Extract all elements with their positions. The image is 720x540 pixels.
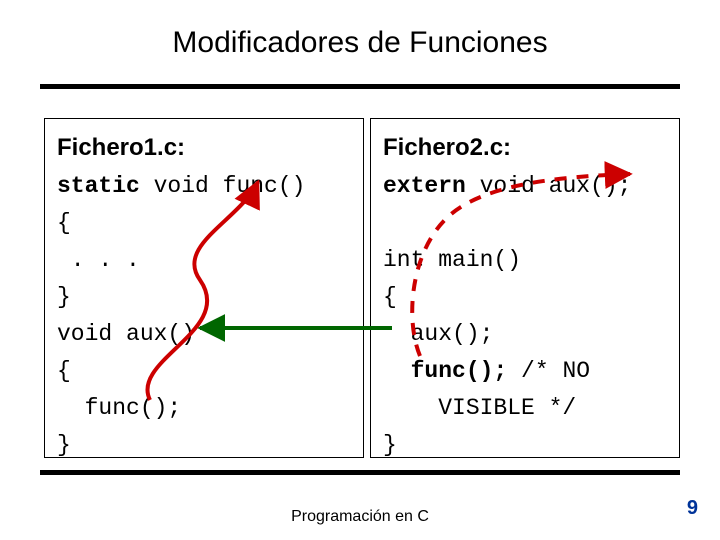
file1-l4: } (57, 284, 71, 310)
file1-header: Fichero1.c: (57, 134, 185, 161)
code-right: Fichero2.c: extern void aux(); int main(… (383, 129, 667, 464)
filebox-fichero2: Fichero2.c: extern void aux(); int main(… (370, 118, 680, 458)
file2-l1b: void aux(); (466, 173, 632, 199)
title: Modificadores de Funciones (0, 26, 720, 60)
file2-l6c: /* NO (507, 358, 590, 384)
file1-l8: } (57, 432, 71, 458)
code-left: Fichero1.c: static void func() { . . . }… (57, 129, 351, 464)
rule-top (40, 84, 680, 89)
file1-l7: func(); (57, 395, 181, 421)
file2-l6a (383, 358, 411, 384)
file2-header: Fichero2.c: (383, 134, 511, 161)
file2-l4: { (383, 284, 397, 310)
file2-l7: VISIBLE */ (383, 395, 576, 421)
page-number: 9 (687, 497, 698, 520)
footer: Programación en C (0, 508, 720, 526)
file2-l8: } (383, 432, 397, 458)
filebox-fichero1: Fichero1.c: static void func() { . . . }… (44, 118, 364, 458)
file1-l2: { (57, 210, 71, 236)
kw-static: static (57, 173, 140, 199)
file1-l3: . . . (57, 247, 140, 273)
file2-l3: int main() (383, 247, 521, 273)
file1-l5: void aux() (57, 321, 195, 347)
file1-l6: { (57, 358, 71, 384)
rule-bottom (40, 470, 680, 475)
file2-l6b: func(); (411, 358, 508, 384)
slide: Modificadores de Funciones Fichero1.c: s… (0, 0, 720, 540)
file2-l5: aux(); (383, 321, 493, 347)
file1-l1b: void func() (140, 173, 306, 199)
kw-extern: extern (383, 173, 466, 199)
